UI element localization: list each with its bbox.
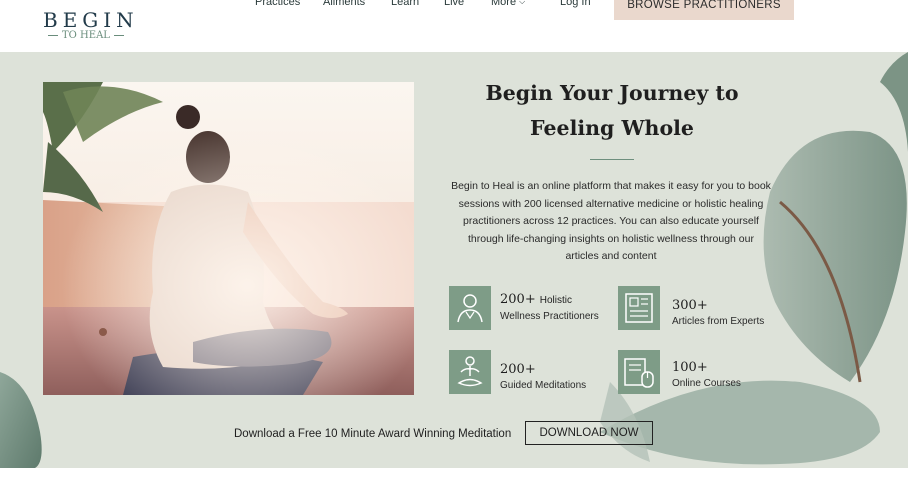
stat-practitioners-number: 200+ Holistic [500,292,572,307]
stat-courses-label: Online Courses [672,378,741,389]
hero-heading: Begin Your Journey to Feeling Whole [462,76,762,146]
practitioner-icon [449,286,491,330]
page-continuation [0,468,908,481]
hero-heading-line1: Begin Your Journey to [485,81,739,105]
meditation-photo [43,82,414,395]
browse-practitioners-button[interactable]: BROWSE PRACTITIONERS [614,0,794,20]
download-promo-text: Download a Free 10 Minute Award Winning … [234,428,512,440]
hero-section: Begin Your Journey to Feeling Whole Begi… [0,52,908,468]
logo-emblem-icon [58,0,116,2]
site-header: BEGIN TO HEAL Practices Ailments Learn L… [0,0,908,52]
stat-meditations-number: 200+ [500,362,536,377]
nav-live[interactable]: Live [444,0,464,8]
course-icon [618,350,660,394]
stat-articles-number: 300+ [672,298,708,313]
download-now-button[interactable]: DOWNLOAD NOW [525,421,653,445]
stat-courses-number: 100+ [672,360,708,375]
logo-text: BEGIN [43,8,139,32]
nav-practices[interactable]: Practices [255,0,300,8]
logo[interactable]: BEGIN TO HEAL [40,0,140,50]
stat-meditations-label: Guided Meditations [500,380,587,391]
chevron-down-icon: ⌵ [519,0,526,6]
nav-more-label: More [491,0,517,8]
nav-learn[interactable]: Learn [391,0,419,8]
article-icon [618,286,660,330]
heading-divider [590,159,634,160]
meditation-icon [449,350,491,394]
nav-ailments[interactable]: Ailments [323,0,365,8]
stat-practitioners-label: Wellness Practitioners [500,311,599,322]
stat-articles-label: Articles from Experts [672,316,765,327]
nav-login[interactable]: Log In [560,0,591,8]
logo-subtext: TO HEAL [44,30,128,41]
hero-description: Begin to Heal is an online platform that… [451,180,771,262]
nav-more[interactable]: More ⌵ [491,0,525,8]
hero-heading-line2: Feeling Whole [530,116,694,140]
